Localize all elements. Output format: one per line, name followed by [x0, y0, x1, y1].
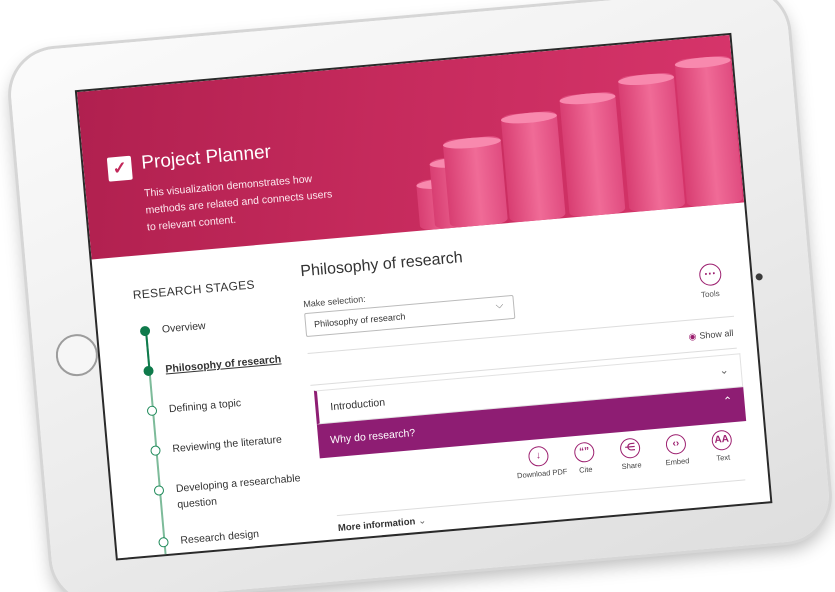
cite-button[interactable]: “” Cite: [560, 439, 609, 476]
stage-dot: [139, 325, 151, 337]
app-title: Project Planner: [140, 141, 272, 174]
stage-dot: [150, 445, 161, 457]
stage-label: Developing a researchable question: [175, 472, 301, 511]
chevron-down-icon: ⌄: [718, 364, 730, 378]
stage-item-philosophy[interactable]: Philosophy of research: [143, 351, 284, 379]
embed-button[interactable]: ‹› Embed: [652, 431, 701, 468]
more-information-toggle[interactable]: More information ⌄: [338, 515, 427, 534]
hero-banner: ✓ Project Planner This visualization dem…: [76, 35, 745, 260]
section-label: Introduction: [329, 396, 386, 414]
stage-item-literature[interactable]: Reviewing the literature: [150, 431, 291, 459]
camera-dot: [755, 273, 763, 281]
show-all-toggle[interactable]: ◉ Show all: [688, 328, 734, 343]
share-icon: ⋲: [619, 437, 641, 460]
cylinder-graphic: [442, 135, 509, 229]
code-icon: ‹›: [665, 433, 687, 456]
stage-item-research-design[interactable]: Research design: [158, 523, 299, 551]
cylinder-graphic: [559, 91, 626, 218]
stage-item-question[interactable]: Developing a researchable question: [153, 471, 301, 515]
sidebar-title: RESEARCH STAGES: [132, 277, 256, 302]
action-label: Embed: [665, 456, 690, 468]
eye-icon: ◉: [688, 331, 697, 342]
stage-label: Research design: [179, 527, 260, 547]
chevron-down-icon: ⌄: [417, 515, 427, 527]
stage-item-overview[interactable]: Overview: [139, 311, 280, 339]
section-label: Why do research?: [329, 426, 416, 447]
action-label: Text: [716, 452, 731, 463]
checkbox-icon: ✓: [106, 155, 133, 182]
action-label: Cite: [578, 464, 593, 475]
action-label: Share: [621, 460, 642, 472]
cylinder-graphic: [617, 72, 686, 213]
app-description: This visualization demonstrates how meth…: [143, 172, 333, 234]
stage-dot: [158, 536, 169, 548]
stage-label: Defining a topic: [168, 397, 242, 416]
photo-scene: ✓ Project Planner This visualization dem…: [0, 0, 835, 592]
tools-label: Tools: [700, 288, 721, 300]
selection-value: Philosophy of research: [313, 311, 406, 330]
stage-label: Reviewing the literature: [171, 433, 283, 456]
stage-dot: [146, 405, 158, 417]
stage-dot: [153, 485, 165, 496]
tools-button[interactable]: ···: [698, 262, 723, 287]
text-size-icon: AA: [710, 429, 733, 452]
download-pdf-button[interactable]: ↓ Download PDF: [515, 443, 568, 481]
quote-icon: “”: [573, 441, 596, 464]
cylinder-graphic: [674, 55, 744, 208]
chevron-up-icon: ⌃: [722, 395, 733, 408]
stage-item-defining-topic[interactable]: Defining a topic: [146, 391, 287, 419]
stage-dot: [143, 365, 154, 377]
chevron-down-icon: ⌵: [495, 299, 504, 312]
download-icon: ↓: [527, 445, 550, 468]
tablet-screen: ✓ Project Planner This visualization dem…: [74, 32, 773, 561]
share-button[interactable]: ⋲ Share: [606, 435, 655, 472]
action-label: Download PDF: [516, 466, 568, 481]
text-size-button[interactable]: AA Text: [698, 427, 747, 464]
show-all-label: Show all: [698, 327, 734, 341]
selection-label: Make selection:: [302, 293, 367, 310]
more-information-label: More information: [337, 516, 416, 535]
stage-label: Philosophy of research: [164, 353, 282, 376]
cylinder-graphic: [500, 110, 566, 223]
stage-label: Overview: [161, 319, 207, 336]
tablet-device: ✓ Project Planner This visualization dem…: [7, 0, 833, 592]
home-button: [54, 332, 100, 378]
page-title: Philosophy of research: [299, 249, 464, 281]
